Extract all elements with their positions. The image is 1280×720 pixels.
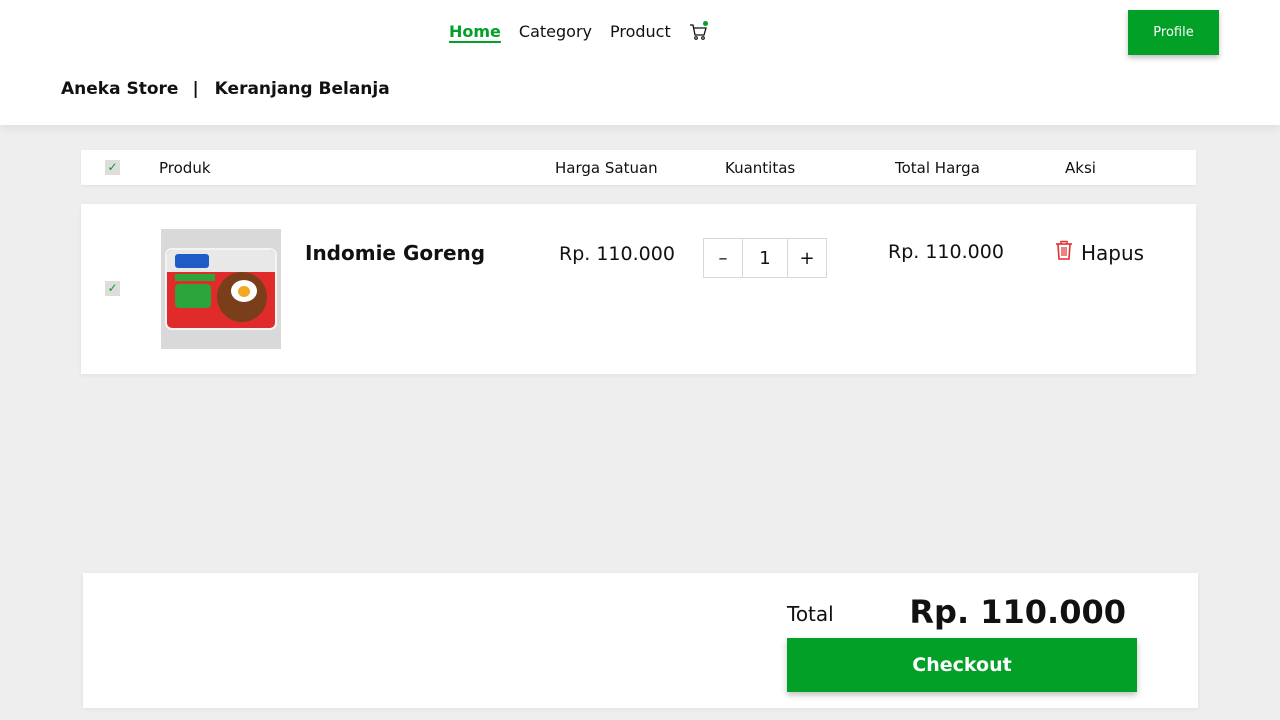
product-name[interactable]: Indomie Goreng (305, 241, 485, 265)
unit-price: Rp. 110.000 (559, 243, 675, 265)
quantity-value[interactable]: 1 (743, 238, 787, 278)
total-value: Rp. 110.000 (909, 593, 1126, 631)
increase-quantity-button[interactable]: + (787, 238, 827, 278)
breadcrumb: Aneka Store | Keranjang Belanja (61, 79, 390, 99)
cart-table-header: ✓ Produk Harga Satuan Kuantitas Total Ha… (81, 150, 1196, 185)
main-nav: Home Category Product (449, 21, 708, 41)
nav-product[interactable]: Product (610, 22, 671, 41)
row-total-price: Rp. 110.000 (888, 241, 1004, 263)
total-label: Total (787, 602, 834, 626)
header-unit-price: Harga Satuan (555, 159, 658, 177)
product-image[interactable] (161, 229, 281, 349)
decrease-quantity-button[interactable]: – (703, 238, 743, 278)
header-product: Produk (159, 159, 211, 177)
trash-icon (1055, 240, 1081, 265)
profile-button[interactable]: Profile (1128, 10, 1219, 55)
indomie-pack-illustration (167, 250, 275, 328)
page-title: Keranjang Belanja (214, 79, 390, 99)
header-quantity: Kuantitas (725, 159, 796, 177)
nav-home[interactable]: Home (449, 22, 501, 41)
delete-item-button[interactable]: Hapus (1055, 240, 1144, 265)
header-action: Aksi (1065, 159, 1096, 177)
select-all-checkbox[interactable]: ✓ (105, 160, 120, 175)
breadcrumb-separator: | (192, 79, 199, 99)
top-header: Home Category Product Profile Aneka Stor… (0, 0, 1280, 125)
cart-icon[interactable] (689, 21, 708, 41)
item-checkbox[interactable]: ✓ (105, 281, 120, 296)
nav-category[interactable]: Category (519, 22, 592, 41)
header-total-price: Total Harga (895, 159, 980, 177)
checkout-button[interactable]: Checkout (787, 638, 1137, 692)
quantity-stepper: – 1 + (703, 238, 827, 278)
checkout-summary: Total Rp. 110.000 Checkout (83, 573, 1198, 708)
cart-item-row: ✓ Indomie Goreng Rp. 110.000 – 1 + Rp. 1… (81, 204, 1196, 374)
delete-label: Hapus (1081, 240, 1145, 265)
store-name: Aneka Store (61, 79, 179, 99)
cart-badge-dot (702, 21, 708, 26)
